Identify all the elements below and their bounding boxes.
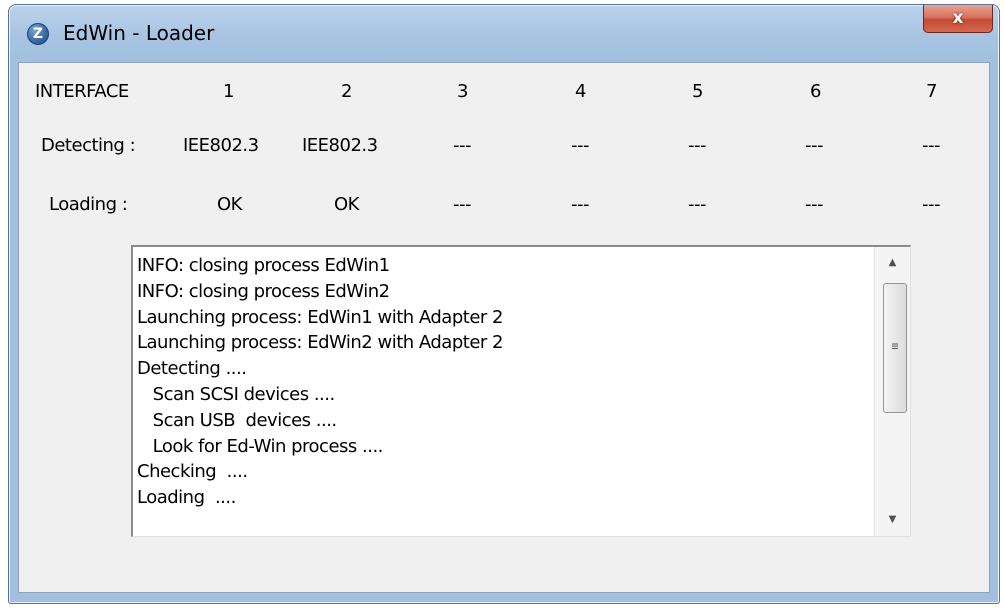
interface-header: INTERFACE [35,81,129,102]
interface-column-5: 5 [692,81,703,102]
log-lines: INFO: closing process EdWin1 INFO: closi… [137,253,503,511]
loading-value-1: OK [217,194,242,215]
grip-icon: ≡ [891,339,899,353]
log-line: Launching process: EdWin1 with Adapter 2 [137,306,503,328]
log-line: Loading .... [137,487,236,509]
loading-label: Loading : [49,194,128,215]
loader-window: Z EdWin - Loader x INTERFACE 1 2 3 4 5 6… [8,4,1000,604]
detecting-value-7: --- [922,135,941,156]
loading-value-2: OK [334,194,359,215]
log-line: Look for Ed-Win process .... [137,435,384,457]
loading-value-4: --- [571,194,590,215]
edwin-logo-icon: Z [27,23,49,45]
interface-column-1: 1 [223,81,234,102]
log-scrollbar[interactable]: ▲ ≡ ▼ [874,247,910,536]
detecting-value-4: --- [571,135,590,156]
log-line: INFO: closing process EdWin2 [137,280,390,302]
client-area: INTERFACE 1 2 3 4 5 6 7 Detecting : IEE8… [18,62,990,593]
scroll-thumb[interactable]: ≡ [883,283,907,413]
scroll-down-arrow-icon[interactable]: ▼ [875,508,910,532]
detecting-value-3: --- [453,135,472,156]
loading-value-7: --- [922,194,941,215]
scroll-up-arrow-icon[interactable]: ▲ [875,251,910,275]
detecting-value-2: IEE802.3 [302,135,378,156]
detecting-value-6: --- [805,135,824,156]
detecting-label: Detecting : [41,135,136,156]
log-line: Scan USB devices .... [137,409,337,431]
close-icon: x [952,8,964,28]
close-button[interactable]: x [923,5,993,33]
title-bar[interactable]: Z EdWin - Loader x [9,5,999,61]
detecting-value-1: IEE802.3 [183,135,259,156]
loading-value-5: --- [688,194,707,215]
interface-column-4: 4 [575,81,586,102]
loading-value-6: --- [805,194,824,215]
interface-column-2: 2 [341,81,352,102]
interface-column-3: 3 [457,81,468,102]
log-line: Detecting .... [137,358,247,380]
log-line: INFO: closing process EdWin1 [137,255,390,276]
interface-column-7: 7 [926,81,937,102]
log-line: Scan SCSI devices .... [137,383,336,405]
log-line: Checking .... [137,461,248,483]
interface-column-6: 6 [810,81,821,102]
log-textarea[interactable]: INFO: closing process EdWin1 INFO: closi… [131,245,911,537]
loading-value-3: --- [453,194,472,215]
window-title: EdWin - Loader [63,21,215,45]
log-line: Launching process: EdWin2 with Adapter 2 [137,332,503,354]
detecting-value-5: --- [688,135,707,156]
